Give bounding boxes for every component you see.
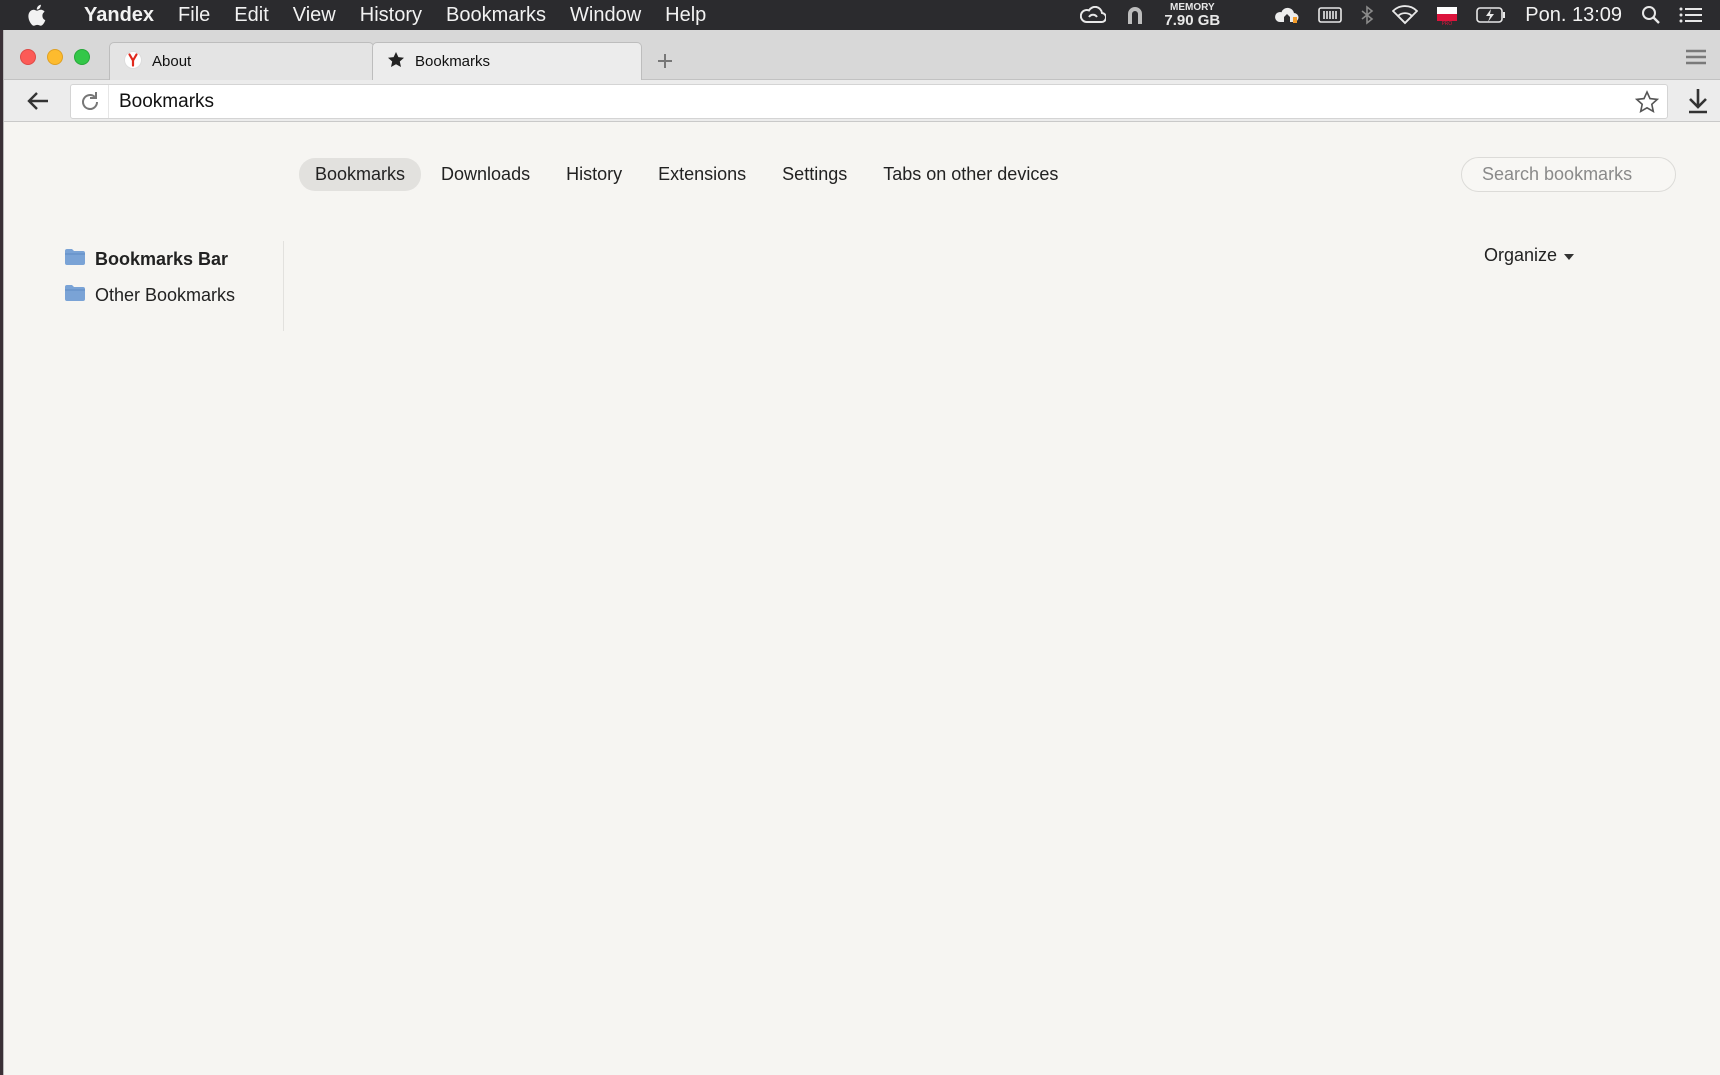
flag-poland-icon[interactable]: PRO	[1427, 0, 1467, 30]
new-tab-button[interactable]	[650, 42, 680, 80]
nav-history[interactable]: History	[550, 158, 638, 191]
nav-extensions[interactable]: Extensions	[642, 158, 762, 191]
yandex-y-icon	[124, 50, 142, 73]
vpn-icon[interactable]	[1115, 0, 1155, 30]
star-filled-icon	[387, 51, 405, 73]
wifi-icon[interactable]	[1383, 0, 1427, 30]
folder-icon	[64, 248, 86, 271]
folder-other-bookmarks-label: Other Bookmarks	[95, 284, 236, 305]
address-bar[interactable]: Bookmarks	[70, 84, 1668, 119]
window-controls	[20, 49, 90, 65]
window-zoom-button[interactable]	[74, 49, 90, 65]
tab-bookmarks[interactable]: Bookmarks	[372, 42, 642, 80]
browser-pages-nav: Bookmarks Downloads History Extensions S…	[299, 158, 1074, 191]
svg-text:PRO: PRO	[1442, 21, 1452, 25]
menu-help[interactable]: Help	[653, 0, 718, 30]
memory-label: MEMORY	[1169, 1, 1215, 13]
organize-dropdown[interactable]: Organize	[1484, 245, 1575, 266]
bookmark-folders-sidebar: Bookmarks Bar Other Bookmarks	[64, 241, 284, 331]
menu-history[interactable]: History	[348, 0, 434, 30]
folder-bookmarks-bar[interactable]: Bookmarks Bar	[64, 241, 283, 277]
nav-downloads[interactable]: Downloads	[425, 158, 546, 191]
nav-tabs-on-other-devices[interactable]: Tabs on other devices	[867, 158, 1074, 191]
menubar-status-area: MEMORY 7.90 GB PRO Pon. 13:09	[1071, 0, 1720, 30]
bookmark-star-icon[interactable]	[1627, 89, 1667, 114]
browser-toolbar: Bookmarks	[4, 80, 1720, 122]
window-minimize-button[interactable]	[47, 49, 63, 65]
browser-menu-icon[interactable]	[1684, 45, 1708, 69]
memory-value: 7.90 GB	[1164, 11, 1221, 29]
creative-cloud-icon[interactable]	[1071, 0, 1115, 30]
folder-other-bookmarks[interactable]: Other Bookmarks	[64, 277, 283, 313]
tab-bookmarks-label: Bookmarks	[415, 53, 491, 70]
download-icon[interactable]	[1682, 85, 1714, 117]
tab-about-label: About	[152, 53, 192, 70]
battery-meter-icon[interactable]	[1309, 0, 1351, 30]
search-bookmarks-input[interactable]	[1461, 157, 1676, 192]
apple-menu-icon[interactable]	[0, 4, 72, 26]
menu-file[interactable]: File	[166, 0, 222, 30]
menu-app-name[interactable]: Yandex	[72, 0, 166, 30]
nav-bookmarks[interactable]: Bookmarks	[299, 158, 422, 191]
reload-icon[interactable]	[71, 85, 109, 118]
folder-bookmarks-bar-label: Bookmarks Bar	[95, 248, 229, 269]
battery-icon[interactable]	[1467, 0, 1515, 30]
address-bar-text[interactable]: Bookmarks	[109, 91, 1627, 113]
menu-bookmarks[interactable]: Bookmarks	[434, 0, 558, 30]
back-button[interactable]	[22, 85, 54, 117]
bluetooth-icon[interactable]	[1351, 0, 1383, 30]
macos-menu-bar: Yandex File Edit View History Bookmarks …	[0, 0, 1720, 30]
menu-edit[interactable]: Edit	[222, 0, 280, 30]
menubar-clock[interactable]: Pon. 13:09	[1515, 4, 1632, 27]
spotlight-icon[interactable]	[1632, 0, 1670, 30]
browser-window: About Bookmarks Bookmarks Bookmarks Down…	[3, 30, 1720, 1075]
memory-monitor[interactable]: MEMORY 7.90 GB	[1155, 0, 1229, 30]
organize-label: Organize	[1484, 245, 1558, 265]
window-close-button[interactable]	[20, 49, 36, 65]
folder-icon	[64, 284, 86, 307]
menu-view[interactable]: View	[281, 0, 348, 30]
bookmarks-page: Bookmarks Downloads History Extensions S…	[4, 123, 1720, 1075]
cloud-home-icon[interactable]	[1265, 0, 1309, 30]
tab-about[interactable]: About	[109, 42, 374, 80]
nav-settings[interactable]: Settings	[766, 158, 863, 191]
menu-window[interactable]: Window	[558, 0, 653, 30]
tab-strip: About Bookmarks	[4, 30, 1720, 80]
status-spacer	[1229, 0, 1265, 30]
notification-center-icon[interactable]	[1670, 0, 1712, 30]
caret-down-icon	[1563, 245, 1575, 266]
